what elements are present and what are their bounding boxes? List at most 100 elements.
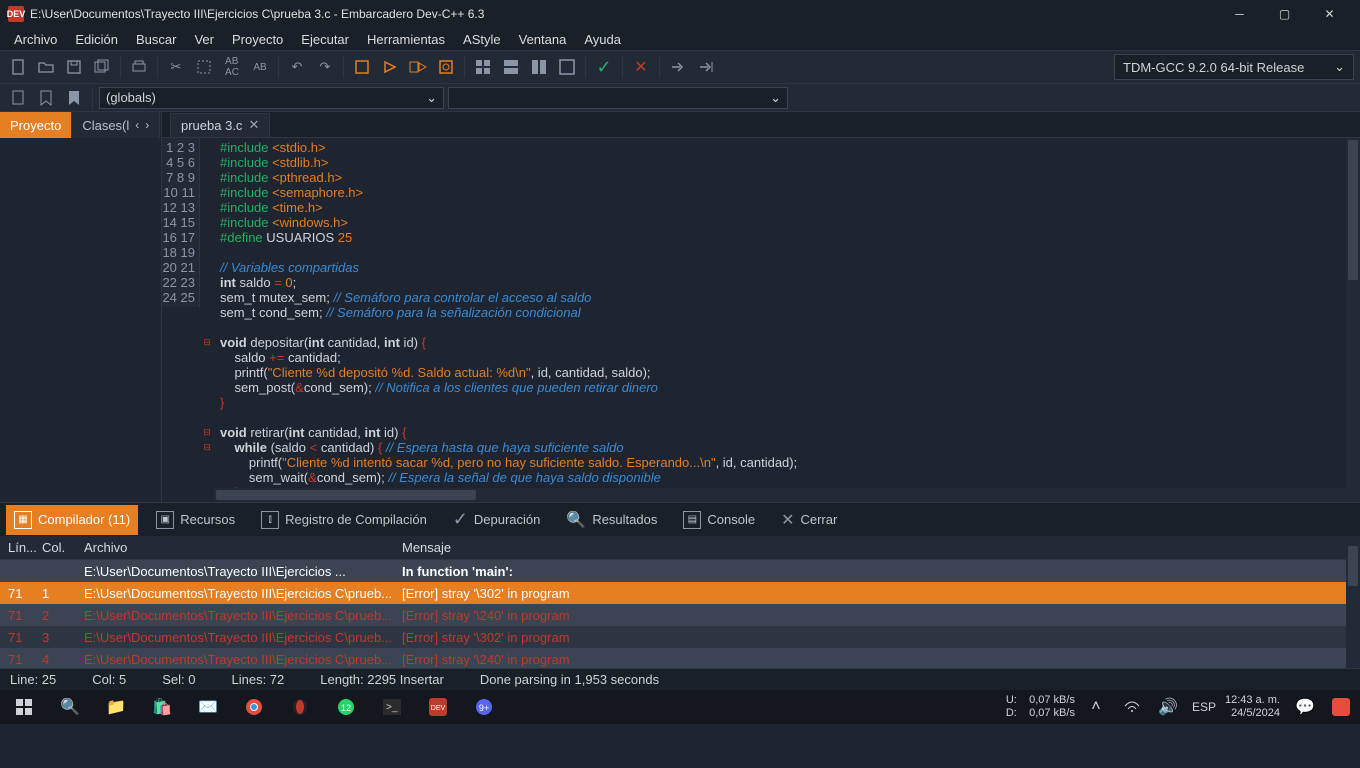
debug-step2-icon[interactable] xyxy=(694,55,718,79)
save-all-icon[interactable] xyxy=(90,55,114,79)
tab-proyecto[interactable]: Proyecto xyxy=(0,112,72,138)
cut-icon[interactable]: ✂ xyxy=(164,55,188,79)
grid-icon: ▦ xyxy=(14,511,32,529)
select-icon[interactable] xyxy=(192,55,216,79)
chevron-left-icon[interactable]: ‹ xyxy=(135,118,139,132)
explorer-icon[interactable]: 📁 xyxy=(96,692,136,722)
layout-single-icon[interactable] xyxy=(555,55,579,79)
statusbar: Line: 25 Col: 5 Sel: 0 Lines: 72 Length:… xyxy=(0,668,1360,690)
scrollbar-thumb[interactable] xyxy=(216,490,476,500)
close-button[interactable]: ✕ xyxy=(1307,0,1352,28)
lang-indicator[interactable]: ESP xyxy=(1189,692,1219,722)
close-tab-icon[interactable]: ✕ xyxy=(248,117,259,133)
tab-clases[interactable]: Clases(l ‹ › xyxy=(72,112,160,138)
layout-v-icon[interactable] xyxy=(527,55,551,79)
tray-chevron-icon[interactable]: ˄ xyxy=(1081,692,1111,722)
symbols-select[interactable]: ⌄ xyxy=(448,87,788,109)
col-line[interactable]: Lín... xyxy=(0,540,42,555)
menu-herramientas[interactable]: Herramientas xyxy=(359,30,453,49)
bookmark-icon[interactable] xyxy=(34,86,58,110)
tab-resultados[interactable]: 🔍 Resultados xyxy=(558,505,665,535)
compiler-select-label: TDM-GCC 9.2.0 64-bit Release xyxy=(1123,60,1304,75)
error-row[interactable]: E:\User\Documentos\Trayecto III\Ejercici… xyxy=(0,560,1360,582)
globals-select[interactable]: (globals) ⌄ xyxy=(99,87,444,109)
app-icon[interactable]: 9+ xyxy=(464,692,504,722)
redo-icon[interactable]: ↷ xyxy=(313,55,337,79)
opera-icon[interactable] xyxy=(280,692,320,722)
grid-icon[interactable] xyxy=(471,55,495,79)
bookmark-add-icon[interactable] xyxy=(6,86,30,110)
debug-step-icon[interactable] xyxy=(666,55,690,79)
error-row[interactable]: 712E:\User\Documentos\Trayecto III\Ejerc… xyxy=(0,604,1360,626)
editor-area: prueba 3.c ✕ 1 2 3 4 5 6 7 8 9 10 11 12 … xyxy=(162,112,1360,502)
editor-scrollbar-v[interactable] xyxy=(1346,138,1360,502)
status-col: Col: 5 xyxy=(92,672,126,687)
tab-registro[interactable]: ⫾ Registro de Compilación xyxy=(253,505,435,535)
layout-h-icon[interactable] xyxy=(499,55,523,79)
col-msg[interactable]: Mensaje xyxy=(402,540,1360,555)
menu-edicion[interactable]: Edición xyxy=(67,30,126,49)
menu-ejecutar[interactable]: Ejecutar xyxy=(293,30,357,49)
devcpp-icon[interactable]: DEV xyxy=(418,692,458,722)
compile-run-icon[interactable] xyxy=(406,55,430,79)
menu-archivo[interactable]: Archivo xyxy=(6,30,65,49)
new-file-icon[interactable] xyxy=(6,55,30,79)
tray-app-icon[interactable] xyxy=(1326,692,1356,722)
find-icon[interactable]: AB xyxy=(248,55,272,79)
save-icon[interactable] xyxy=(62,55,86,79)
wifi-icon[interactable] xyxy=(1117,692,1147,722)
store-icon[interactable]: 🛍️ xyxy=(142,692,182,722)
run-icon[interactable] xyxy=(378,55,402,79)
error-row[interactable]: 714E:\User\Documentos\Trayecto III\Ejerc… xyxy=(0,648,1360,668)
menu-ayuda[interactable]: Ayuda xyxy=(576,30,629,49)
chevron-right-icon[interactable]: › xyxy=(145,118,149,132)
debug-check-icon[interactable]: ✓ xyxy=(592,55,616,79)
col-file[interactable]: Archivo xyxy=(84,540,402,555)
terminal-icon[interactable]: >_ xyxy=(372,692,412,722)
code-editor[interactable]: 1 2 3 4 5 6 7 8 9 10 11 12 13 14 15 16 1… xyxy=(162,138,1360,502)
notifications-icon[interactable]: 💬 xyxy=(1290,692,1320,722)
debug-stop-icon[interactable]: ✕ xyxy=(629,55,653,79)
print-icon[interactable] xyxy=(127,55,151,79)
compile-icon[interactable] xyxy=(350,55,374,79)
minimize-button[interactable]: ─ xyxy=(1217,0,1262,28)
error-row[interactable]: 711E:\User\Documentos\Trayecto III\Ejerc… xyxy=(0,582,1360,604)
open-file-icon[interactable] xyxy=(34,55,58,79)
menu-buscar[interactable]: Buscar xyxy=(128,30,184,49)
code-body[interactable]: #include <stdio.h> #include <stdlib.h> #… xyxy=(214,138,1346,502)
menu-ventana[interactable]: Ventana xyxy=(511,30,575,49)
undo-icon[interactable]: ↶ xyxy=(285,55,309,79)
menu-proyecto[interactable]: Proyecto xyxy=(224,30,291,49)
file-tab[interactable]: prueba 3.c ✕ xyxy=(170,113,270,137)
col-col[interactable]: Col. xyxy=(42,540,84,555)
search-icon[interactable]: 🔍 xyxy=(50,692,90,722)
rebuild-icon[interactable] xyxy=(434,55,458,79)
svg-text:9+: 9+ xyxy=(479,703,489,713)
menu-astyle[interactable]: AStyle xyxy=(455,30,509,49)
tab-depuracion[interactable]: ✓ Depuración xyxy=(445,505,549,535)
main-area: Proyecto Clases(l ‹ › prueba 3.c ✕ 1 2 3… xyxy=(0,112,1360,502)
maximize-button[interactable]: ▢ xyxy=(1262,0,1307,28)
bookmark-fill-icon[interactable] xyxy=(62,86,86,110)
menu-ver[interactable]: Ver xyxy=(186,30,222,49)
tab-console[interactable]: ▤ Console xyxy=(675,505,763,535)
mail-icon[interactable]: ✉️ xyxy=(188,692,228,722)
tab-recursos[interactable]: ▣ Recursos xyxy=(148,505,243,535)
scrollbar-thumb[interactable] xyxy=(1348,546,1358,586)
whatsapp-icon[interactable]: 12 xyxy=(326,692,366,722)
find-replace-icon[interactable]: ABAC xyxy=(220,55,244,79)
tab-cerrar[interactable]: ✕ Cerrar xyxy=(773,505,845,535)
tab-compilador[interactable]: ▦ Compilador (11) xyxy=(6,505,138,535)
compiler-output: Lín... Col. Archivo Mensaje E:\User\Docu… xyxy=(0,536,1360,668)
clock[interactable]: 12:43 a. m.24/5/2024 xyxy=(1225,694,1280,720)
scrollbar-thumb[interactable] xyxy=(1348,140,1358,280)
start-icon[interactable] xyxy=(4,692,44,722)
chrome-icon[interactable] xyxy=(234,692,274,722)
volume-icon[interactable]: 🔊 xyxy=(1153,692,1183,722)
error-scrollbar-v[interactable] xyxy=(1346,536,1360,668)
error-row[interactable]: 713E:\User\Documentos\Trayecto III\Ejerc… xyxy=(0,626,1360,648)
search-icon: 🔍 xyxy=(566,510,586,530)
fold-gutter[interactable]: ⊟⊟⊟ xyxy=(200,138,214,502)
editor-scrollbar-h[interactable] xyxy=(214,488,1346,502)
compiler-select[interactable]: TDM-GCC 9.2.0 64-bit Release ⌄ xyxy=(1114,54,1354,80)
